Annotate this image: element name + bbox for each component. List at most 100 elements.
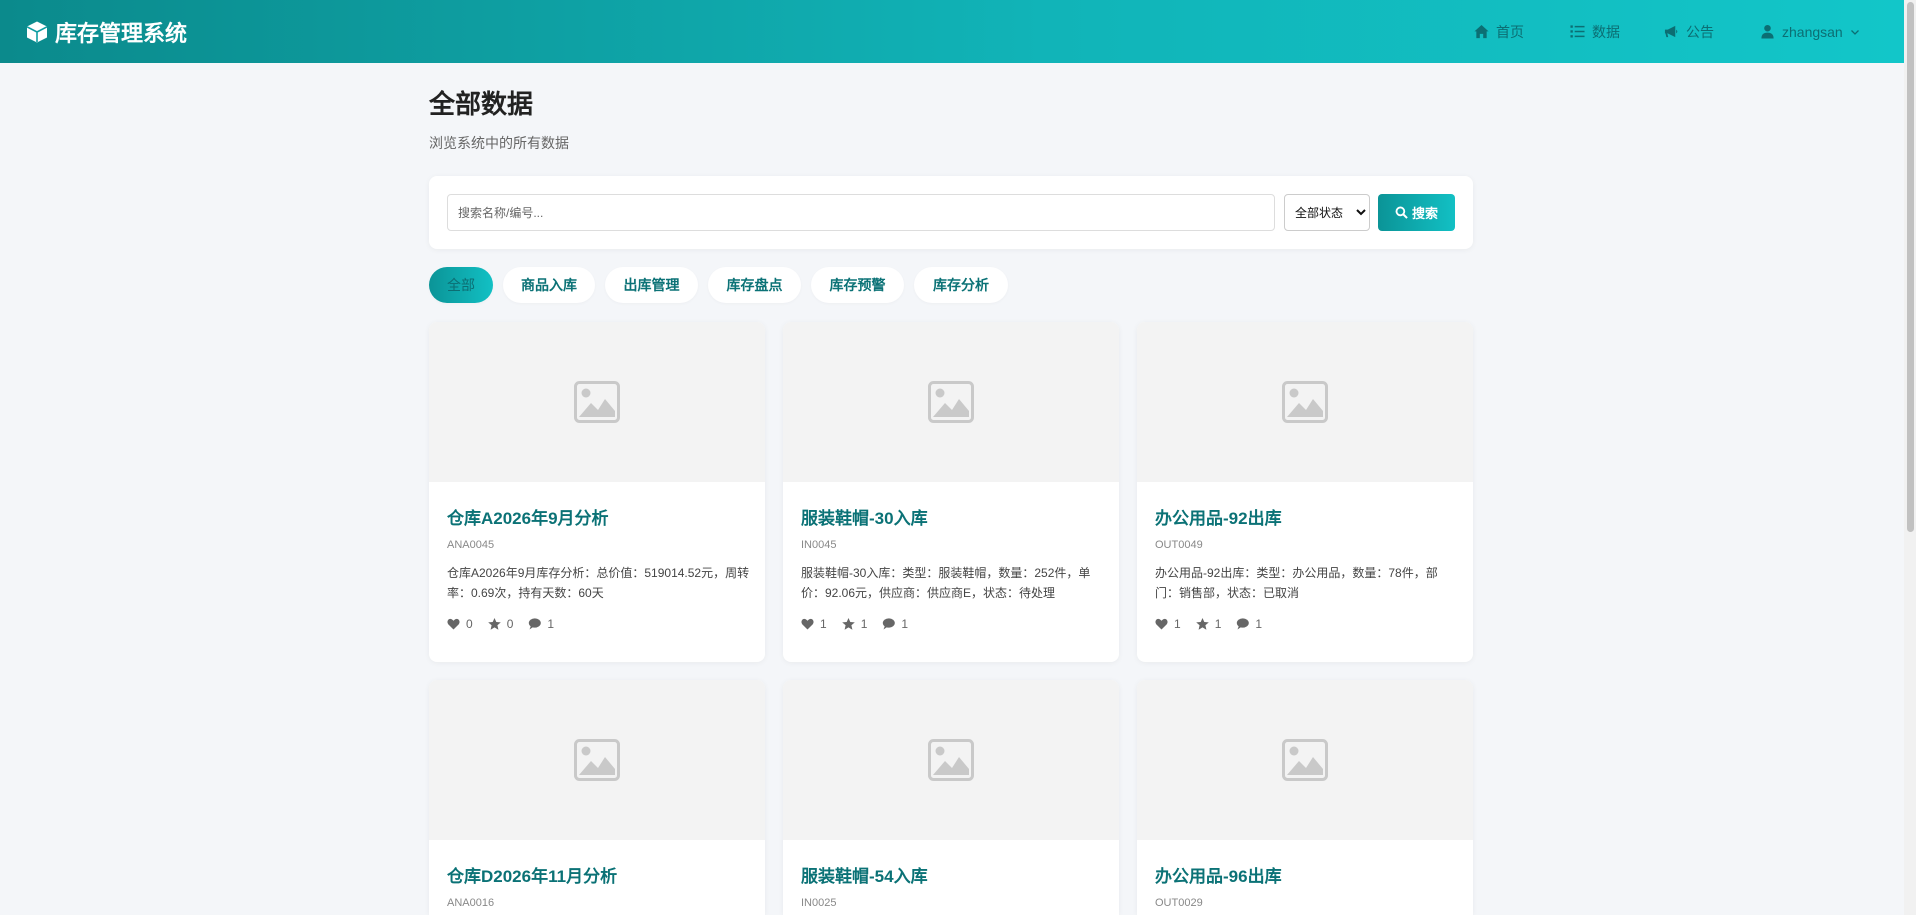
tab-inventory-check[interactable]: 库存盘点 <box>708 267 801 303</box>
card-image-placeholder <box>1137 680 1473 840</box>
scrollbar-thumb[interactable] <box>1907 2 1914 532</box>
favorite-stat[interactable]: 0 <box>487 617 514 631</box>
brand-title: 库存管理系统 <box>55 21 188 46</box>
chevron-down-icon <box>1850 29 1859 35</box>
favorite-stat[interactable]: 1 <box>1195 617 1222 631</box>
data-card[interactable]: 办公用品-96出库 OUT0029 <box>1137 680 1473 915</box>
comment-stat[interactable]: 1 <box>528 617 554 631</box>
card-stats: 1 1 1 <box>1155 617 1277 631</box>
data-card[interactable]: 服装鞋帽-30入库 IN0045 服装鞋帽-30入库：类型：服装鞋帽，数量：25… <box>783 322 1119 662</box>
star-icon <box>841 618 855 630</box>
card-description: 办公用品-92出库：类型：办公用品，数量：78件，部门：销售部，状态：已取消 <box>1155 566 1438 600</box>
card-title[interactable]: 服装鞋帽-54入库 <box>801 862 928 887</box>
search-input[interactable] <box>447 194 1275 231</box>
search-button[interactable]: 搜索 <box>1378 194 1455 231</box>
card-stats: 1 1 1 <box>801 617 923 631</box>
page-subtitle: 浏览系统中的所有数据 <box>429 135 569 151</box>
card-title[interactable]: 仓库A2026年9月分析 <box>447 504 609 529</box>
favorite-count: 0 <box>506 617 514 631</box>
search-icon <box>1395 206 1408 219</box>
heart-icon <box>801 618 814 630</box>
star-icon <box>487 618 501 630</box>
favorite-count: 1 <box>1214 617 1222 631</box>
top-navbar: 库存管理系统 首页 数据 公告 zhangsan <box>0 0 1904 63</box>
card-stats: 0 0 1 <box>447 617 569 631</box>
heart-icon <box>1155 618 1168 630</box>
tab-all[interactable]: 全部 <box>429 267 493 303</box>
tab-inventory-analysis[interactable]: 库存分析 <box>914 267 1008 303</box>
tab-label: 出库管理 <box>623 277 680 293</box>
data-card[interactable]: 仓库D2026年11月分析 ANA0016 <box>429 680 765 915</box>
bullhorn-icon <box>1664 25 1678 38</box>
page-scrollbar[interactable] <box>1904 0 1916 915</box>
like-count: 1 <box>1174 617 1181 631</box>
comment-count: 1 <box>547 617 555 631</box>
tab-stock-out[interactable]: 出库管理 <box>605 267 698 303</box>
favorite-count: 1 <box>860 617 868 631</box>
like-stat[interactable]: 1 <box>801 617 827 631</box>
comment-stat[interactable]: 1 <box>882 617 908 631</box>
card-title[interactable]: 仓库D2026年11月分析 <box>447 862 617 887</box>
user-menu[interactable]: zhangsan <box>1760 0 1867 63</box>
search-panel: 全部状态 搜索 <box>429 176 1473 249</box>
nav-notice-label: 公告 <box>1686 23 1714 40</box>
card-code: IN0025 <box>801 897 837 909</box>
card-image-placeholder <box>429 680 765 840</box>
card-title[interactable]: 办公用品-96出库 <box>1155 862 1282 887</box>
comment-stat[interactable]: 1 <box>1236 617 1262 631</box>
image-icon <box>928 381 974 423</box>
nav-notice[interactable]: 公告 <box>1664 0 1714 63</box>
card-description: 服装鞋帽-30入库：类型：服装鞋帽，数量：252件，单价：92.06元，供应商：… <box>801 566 1091 600</box>
tab-label: 商品入库 <box>521 277 577 293</box>
nav-home-label: 首页 <box>1496 23 1524 40</box>
nav-data-label: 数据 <box>1592 23 1620 40</box>
card-code: ANA0016 <box>447 897 495 909</box>
list-icon <box>1570 25 1585 38</box>
data-card[interactable]: 服装鞋帽-54入库 IN0025 <box>783 680 1119 915</box>
data-card[interactable]: 办公用品-92出库 OUT0049 办公用品-92出库：类型：办公用品，数量：7… <box>1137 322 1473 662</box>
tab-label: 库存盘点 <box>726 277 783 293</box>
card-image-placeholder <box>783 322 1119 482</box>
card-image-placeholder <box>783 680 1119 840</box>
brand[interactable]: 库存管理系统 <box>25 16 187 48</box>
category-tabs: 全部 商品入库 出库管理 库存盘点 库存预警 库存分析 <box>429 267 1018 303</box>
card-code: OUT0029 <box>1155 897 1203 909</box>
card-title[interactable]: 办公用品-92出库 <box>1155 504 1282 529</box>
like-count: 0 <box>466 617 473 631</box>
image-icon <box>574 739 620 781</box>
image-icon <box>928 739 974 781</box>
image-icon <box>1282 739 1328 781</box>
tab-label: 全部 <box>447 277 475 293</box>
comment-icon <box>883 618 896 630</box>
comment-icon <box>1237 618 1250 630</box>
tab-stock-in[interactable]: 商品入库 <box>503 267 595 303</box>
card-description: 仓库A2026年9月库存分析：总价值：519014.52元，周转率：0.69次，… <box>447 566 750 600</box>
card-code: ANA0045 <box>447 539 495 551</box>
user-icon <box>1761 24 1774 39</box>
status-select[interactable]: 全部状态 <box>1284 194 1370 231</box>
card-code: IN0045 <box>801 539 837 551</box>
card-code: OUT0049 <box>1155 539 1203 551</box>
like-stat[interactable]: 0 <box>447 617 473 631</box>
data-card[interactable]: 仓库A2026年9月分析 ANA0045 仓库A2026年9月库存分析：总价值：… <box>429 322 765 662</box>
favorite-stat[interactable]: 1 <box>841 617 868 631</box>
page-title: 全部数据 <box>429 89 534 119</box>
star-icon <box>1195 618 1209 630</box>
comment-count: 1 <box>1255 617 1263 631</box>
tab-label: 库存分析 <box>933 277 989 293</box>
card-title[interactable]: 服装鞋帽-30入库 <box>801 504 928 529</box>
like-count: 1 <box>820 617 827 631</box>
comment-count: 1 <box>901 617 909 631</box>
home-icon <box>1474 24 1489 39</box>
username: zhangsan <box>1782 23 1843 40</box>
nav-home[interactable]: 首页 <box>1474 0 1524 63</box>
card-image-placeholder <box>1137 322 1473 482</box>
search-button-label: 搜索 <box>1411 206 1438 221</box>
image-icon <box>1282 381 1328 423</box>
comment-icon <box>529 618 542 630</box>
tab-inventory-alert[interactable]: 库存预警 <box>811 267 904 303</box>
card-image-placeholder <box>429 322 765 482</box>
nav-data[interactable]: 数据 <box>1570 0 1620 63</box>
heart-icon <box>447 618 460 630</box>
like-stat[interactable]: 1 <box>1155 617 1181 631</box>
